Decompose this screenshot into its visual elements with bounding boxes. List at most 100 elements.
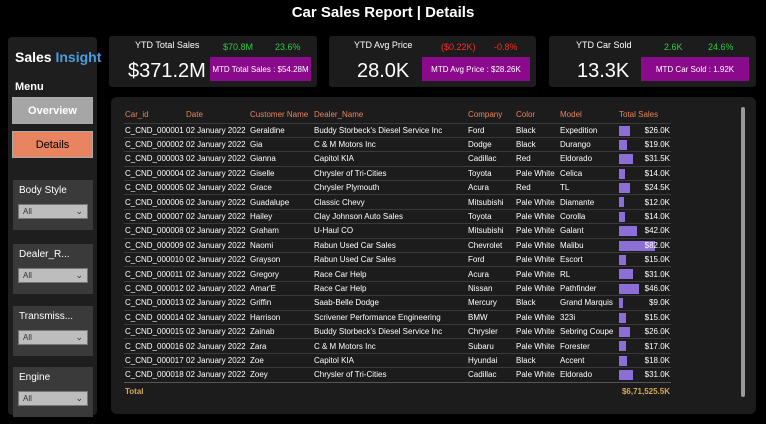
kpi-delta-pct: -0.8% bbox=[494, 42, 518, 52]
cell-total-sales: $15.0K bbox=[618, 309, 671, 325]
kpi-mtd-badge: MTD Total Sales : $54.28M bbox=[210, 57, 311, 81]
cell-color: Pale White bbox=[515, 223, 559, 239]
table-row[interactable]: C_CND_000004 02 January 2022 Giselle Chrysl… bbox=[124, 165, 671, 181]
cell-customer: Zara bbox=[249, 338, 313, 354]
sales-value: $19.0K bbox=[644, 140, 670, 150]
column-header-car-id[interactable]: Car_id bbox=[124, 107, 185, 123]
body-style-dropdown[interactable]: All ⌄ bbox=[18, 204, 88, 219]
table-row[interactable]: C_CND_000018 02 January 2022 Zoey Chrysler … bbox=[124, 367, 671, 383]
chevron-down-icon: ⌄ bbox=[75, 270, 83, 280]
cell-model: Corolla bbox=[559, 208, 618, 224]
cell-customer: Gia bbox=[249, 136, 313, 152]
cell-date: 02 January 2022 bbox=[185, 352, 249, 368]
cell-date: 02 January 2022 bbox=[185, 122, 249, 138]
table-row[interactable]: C_CND_000014 02 January 2022 Harrison Scriv… bbox=[124, 309, 671, 325]
table-row[interactable]: C_CND_000013 02 January 2022 Griffin Saab-B… bbox=[124, 295, 671, 311]
column-header-date[interactable]: Date bbox=[185, 107, 249, 123]
table-row[interactable]: C_CND_000009 02 January 2022 Naomi Rabun Us… bbox=[124, 237, 671, 253]
table-row[interactable]: C_CND_000012 02 January 2022 Amar'E Race Ca… bbox=[124, 280, 671, 296]
cell-company: Acura bbox=[467, 180, 515, 195]
cell-dealer: Race Car Help bbox=[313, 266, 467, 282]
cell-date: 02 January 2022 bbox=[185, 151, 249, 167]
cell-total-sales: $26.0K bbox=[618, 323, 671, 339]
cell-color: Pale White bbox=[515, 309, 559, 325]
cell-total-sales: $31.0K bbox=[618, 367, 671, 383]
cell-customer: Grayson bbox=[249, 252, 313, 267]
table-scrollbar[interactable] bbox=[741, 107, 745, 397]
kpi-mtd-badge: MTD Car Sold : 1.92K bbox=[641, 57, 749, 81]
chevron-down-icon: ⌄ bbox=[75, 332, 83, 342]
table-row[interactable]: C_CND_000001 02 January 2022 Geraldine Budd… bbox=[124, 122, 671, 138]
kpi-delta-abs: ($0.22K) bbox=[441, 42, 476, 52]
kpi-delta-pct: 23.6% bbox=[275, 42, 301, 52]
kpi-value: $371.2M bbox=[128, 60, 206, 82]
column-header-color[interactable]: Color bbox=[515, 107, 559, 123]
cell-dealer: Chrysler of Tri-Cities bbox=[313, 165, 467, 181]
cell-company: Mercury bbox=[467, 295, 515, 311]
cell-company: Chrysler bbox=[467, 323, 515, 339]
cell-model: RL bbox=[559, 266, 618, 282]
cell-customer: Zainab bbox=[249, 323, 313, 339]
brand-text-part1: Sales bbox=[15, 49, 52, 65]
slicer-label: Transmiss... bbox=[19, 311, 74, 322]
table-row[interactable]: C_CND_000011 02 January 2022 Gregory Race C… bbox=[124, 266, 671, 282]
cell-company: Ford bbox=[467, 122, 515, 138]
sales-value: $24.5K bbox=[644, 183, 670, 193]
cell-model: Malibu bbox=[559, 237, 618, 253]
cell-car-id: C_CND_000017 bbox=[124, 352, 185, 368]
cell-date: 02 January 2022 bbox=[185, 266, 249, 282]
sales-value: $31.0K bbox=[644, 269, 670, 279]
transmission-dropdown[interactable]: All ⌄ bbox=[18, 330, 88, 345]
dealer-region-dropdown[interactable]: All ⌄ bbox=[18, 268, 88, 283]
table-row[interactable]: C_CND_000005 02 January 2022 Grace Chrysler… bbox=[124, 180, 671, 195]
cell-car-id: C_CND_000011 bbox=[124, 266, 185, 282]
kpi-value: 13.3K bbox=[577, 60, 630, 82]
table-row[interactable]: C_CND_000003 02 January 2022 Gianna Capitol… bbox=[124, 151, 671, 167]
table-row[interactable]: C_CND_000010 02 January 2022 Grayson Rabun … bbox=[124, 252, 671, 267]
table-row[interactable]: C_CND_000015 02 January 2022 Zainab Buddy S… bbox=[124, 323, 671, 339]
column-header-total-sales[interactable]: Total Sales bbox=[618, 107, 671, 123]
cell-car-id: C_CND_000012 bbox=[124, 280, 185, 296]
kpi-title: YTD Total Sales bbox=[135, 40, 200, 50]
cell-total-sales: $31.0K bbox=[618, 266, 671, 282]
overview-button[interactable]: Overview bbox=[12, 97, 93, 124]
cell-car-id: C_CND_000002 bbox=[124, 136, 185, 152]
cell-car-id: C_CND_000010 bbox=[124, 252, 185, 267]
cell-model: Diamante bbox=[559, 194, 618, 210]
table-row[interactable]: C_CND_000007 02 January 2022 Hailey Clay Jo… bbox=[124, 208, 671, 224]
table-row[interactable]: C_CND_000006 02 January 2022 Guadalupe Clas… bbox=[124, 194, 671, 210]
cell-model: Durango bbox=[559, 136, 618, 152]
table-row[interactable]: C_CND_000008 02 January 2022 Graham U-Haul … bbox=[124, 223, 671, 239]
cell-date: 02 January 2022 bbox=[185, 252, 249, 267]
sales-value: $9.0K bbox=[649, 298, 670, 308]
cell-company: Mitsubishi bbox=[467, 223, 515, 239]
cell-dealer: U-Haul CO bbox=[313, 223, 467, 239]
cell-date: 02 January 2022 bbox=[185, 367, 249, 383]
table-row[interactable]: C_CND_000016 02 January 2022 Zara C & M Mot… bbox=[124, 338, 671, 354]
cell-company: Subaru bbox=[467, 338, 515, 354]
table-row[interactable]: C_CND_000002 02 January 2022 Gia C & M Moto… bbox=[124, 136, 671, 152]
column-header-company[interactable]: Company bbox=[467, 107, 515, 123]
cell-date: 02 January 2022 bbox=[185, 208, 249, 224]
cell-car-id: C_CND_000014 bbox=[124, 309, 185, 325]
cell-customer: Gregory bbox=[249, 266, 313, 282]
cell-total-sales: $15.0K bbox=[618, 252, 671, 267]
engine-dropdown[interactable]: All ⌄ bbox=[18, 391, 88, 406]
cell-car-id: C_CND_000009 bbox=[124, 237, 185, 253]
cell-dealer: C & M Motors Inc bbox=[313, 136, 467, 152]
cell-color: Pale White bbox=[515, 323, 559, 339]
column-header-customer[interactable]: Customer Name bbox=[249, 107, 313, 123]
cell-model: Accent bbox=[559, 352, 618, 368]
details-button[interactable]: Details bbox=[12, 131, 93, 158]
cell-model: Expedition bbox=[559, 122, 618, 138]
cell-color: Pale White bbox=[515, 252, 559, 267]
cell-dealer: Rabun Used Car Sales bbox=[313, 237, 467, 253]
engine-slicer: Engine All ⌄ bbox=[13, 367, 93, 417]
cell-car-id: C_CND_000003 bbox=[124, 151, 185, 167]
cell-total-sales: $31.5K bbox=[618, 151, 671, 167]
table-row[interactable]: C_CND_000017 02 January 2022 Zoe Capitol KI… bbox=[124, 352, 671, 368]
column-header-model[interactable]: Model bbox=[559, 107, 618, 123]
column-header-dealer[interactable]: Dealer_Name bbox=[313, 107, 467, 123]
cell-total-sales: $18.0K bbox=[618, 352, 671, 368]
kpi-delta-abs: 2.6K bbox=[664, 42, 683, 52]
